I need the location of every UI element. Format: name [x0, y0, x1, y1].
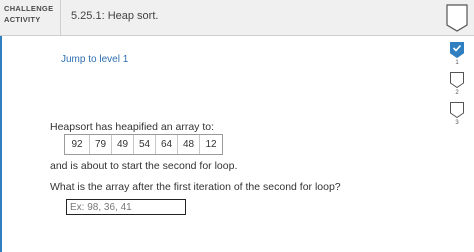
array-cell: 54 [134, 135, 156, 154]
accent-line [0, 36, 2, 252]
level-3-indicator[interactable]: 3 [448, 102, 466, 132]
array-cell: 12 [205, 139, 217, 150]
completion-badge-icon [446, 4, 468, 32]
level-completed-check-icon [450, 42, 464, 58]
array-cell: 92 [65, 135, 90, 154]
problem-intro: Heapsort has heapified an array to: [50, 121, 215, 133]
jump-to-level-link[interactable]: Jump to level 1 [61, 54, 128, 65]
activity-title: 5.25.1: Heap sort. [71, 10, 159, 22]
problem-followup: and is about to start the second for loo… [50, 160, 238, 172]
array-cell: 48 [178, 135, 200, 154]
activity-category: CHALLENGE ACTIVITY [4, 4, 54, 24]
level-1-indicator[interactable]: 1 [448, 42, 466, 72]
level-number: 2 [455, 90, 459, 96]
level-indicators: 1 2 3 [448, 42, 466, 132]
level-number: 3 [455, 120, 459, 126]
header-divider [60, 0, 61, 36]
level-number: 1 [455, 60, 459, 66]
level-badge-icon [450, 72, 464, 88]
array-cell: 79 [90, 135, 112, 154]
level-2-indicator[interactable]: 2 [448, 72, 466, 102]
array-display: 92 79 49 54 64 48 12 [64, 134, 223, 155]
activity-header: CHALLENGE ACTIVITY 5.25.1: Heap sort. [0, 0, 474, 36]
array-cell: 49 [112, 135, 134, 154]
problem-question: What is the array after the first iterat… [50, 181, 341, 193]
level-badge-icon [450, 102, 464, 118]
answer-input[interactable] [66, 199, 186, 215]
array-cell: 64 [156, 135, 178, 154]
